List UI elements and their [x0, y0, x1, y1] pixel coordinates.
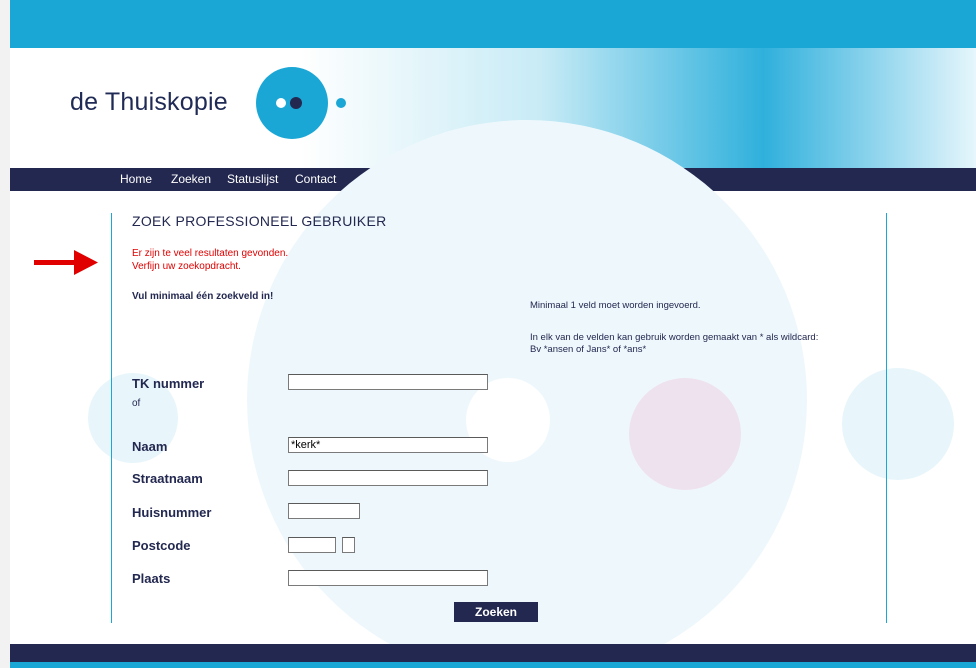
footer-accent-bar	[10, 662, 976, 668]
naam-input[interactable]	[288, 437, 488, 453]
or-label: of	[132, 398, 141, 409]
page-title: ZOEK PROFESSIONEEL GEBRUIKER	[132, 213, 387, 229]
huisnummer-input[interactable]	[288, 503, 360, 519]
huisnummer-label: Huisnummer	[132, 505, 212, 520]
postcode-letters-input[interactable]	[342, 537, 355, 553]
postcode-digits-input[interactable]	[288, 537, 336, 553]
footer-bar	[10, 644, 976, 662]
plaats-input[interactable]	[288, 570, 488, 586]
content-right-border	[886, 213, 887, 623]
error-message-line2: Verfijn uw zoekopdracht.	[132, 261, 241, 272]
logo-dot-icon	[276, 98, 286, 108]
background-circle	[629, 378, 741, 490]
nav-item-zoeken[interactable]: Zoeken	[171, 172, 211, 186]
background-circle	[842, 368, 954, 480]
tk-number-label: TK nummer	[132, 376, 205, 391]
logo-text: de Thuiskopie	[70, 88, 228, 116]
nav-item-statuslijst[interactable]: Statuslijst	[227, 172, 278, 186]
naam-label: Naam	[132, 439, 168, 454]
logo-dot-icon	[336, 98, 346, 108]
nav-item-contact[interactable]: Contact	[295, 172, 336, 186]
help-text-line3: Bv *ansen of Jans* of *ans*	[530, 344, 647, 355]
straatnaam-input[interactable]	[288, 470, 488, 486]
plaats-label: Plaats	[132, 571, 171, 586]
postcode-label: Postcode	[132, 538, 191, 553]
page: de Thuiskopie Home Zoeken Statuslijst Co…	[10, 0, 976, 668]
search-button[interactable]: Zoeken	[454, 602, 538, 622]
nav-item-home[interactable]: Home	[120, 172, 152, 186]
red-arrow-icon	[34, 250, 98, 275]
help-text-line1: Minimaal 1 veld moet worden ingevoerd.	[530, 300, 701, 311]
logo-dot-icon	[290, 97, 302, 109]
error-message-line1: Er zijn te veel resultaten gevonden.	[132, 248, 289, 259]
straatnaam-label: Straatnaam	[132, 471, 203, 486]
content-left-border	[111, 213, 112, 623]
instruction-text: Vul minimaal één zoekveld in!	[132, 291, 274, 302]
tk-number-input[interactable]	[288, 374, 488, 390]
help-text-line2: In elk van de velden kan gebruik worden …	[530, 332, 819, 343]
top-bar	[10, 0, 976, 48]
logo-icon	[256, 67, 328, 139]
